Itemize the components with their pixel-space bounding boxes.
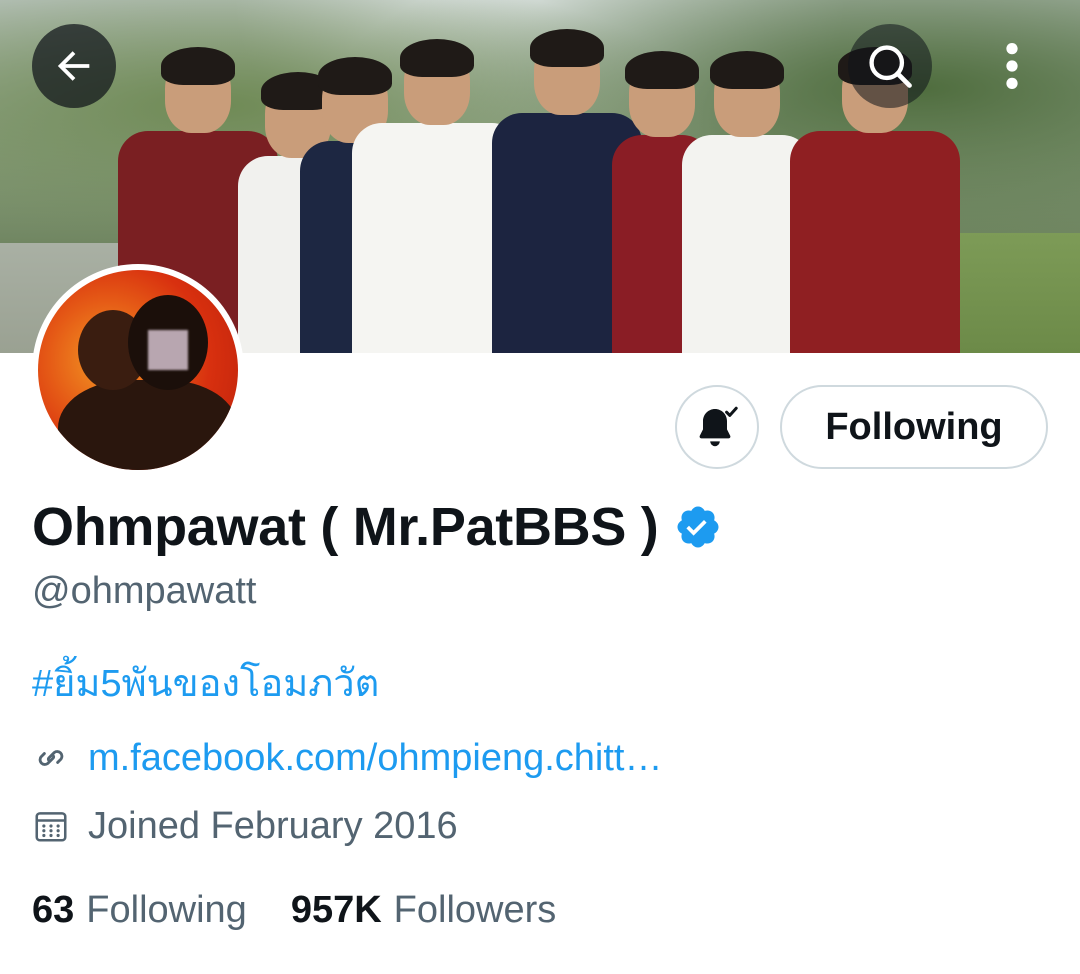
search-icon [869, 45, 912, 88]
name-row: Ohmpawat ( Mr.PatBBS ) [32, 492, 722, 562]
following-stat[interactable]: 63 Following [32, 889, 247, 932]
followers-label: Followers [393, 888, 557, 931]
profile-handle: @ohmpawatt [32, 570, 257, 612]
more-button[interactable] [970, 24, 1054, 108]
joined-row: Joined February 2016 [32, 800, 458, 852]
notification-button[interactable] [675, 385, 759, 469]
avatar-image [38, 270, 238, 470]
following-label: Following [86, 888, 247, 931]
verified-badge-icon [677, 506, 719, 548]
bell-check-icon [699, 406, 738, 447]
follow-stats: 63 Following 957K Followers [32, 884, 556, 936]
search-button[interactable] [848, 24, 932, 108]
profile-link-row: m.facebook.com/ohmpieng.chitt… [32, 732, 663, 784]
joined-date: Joined February 2016 [88, 804, 458, 847]
followers-count: 957K [290, 888, 382, 931]
display-name: Ohmpawat ( Mr.PatBBS ) [32, 497, 659, 557]
profile-bio-hashtag[interactable]: #ยิ้ม5พันของโอมภวัต [32, 652, 379, 713]
profile-page: Following Ohmpawat ( Mr.PatBBS ) @ohmpaw… [0, 0, 1080, 974]
link-icon [38, 750, 64, 766]
more-vertical-icon [1006, 43, 1018, 89]
following-button[interactable]: Following [780, 385, 1048, 469]
profile-link[interactable]: m.facebook.com/ohmpieng.chitt… [88, 737, 663, 780]
followers-stat[interactable]: 957K Followers [291, 889, 556, 932]
arrow-left-icon [57, 51, 90, 81]
calendar-icon [35, 812, 67, 842]
following-count: 63 [32, 888, 75, 931]
avatar[interactable] [32, 264, 244, 476]
back-button[interactable] [32, 24, 116, 108]
